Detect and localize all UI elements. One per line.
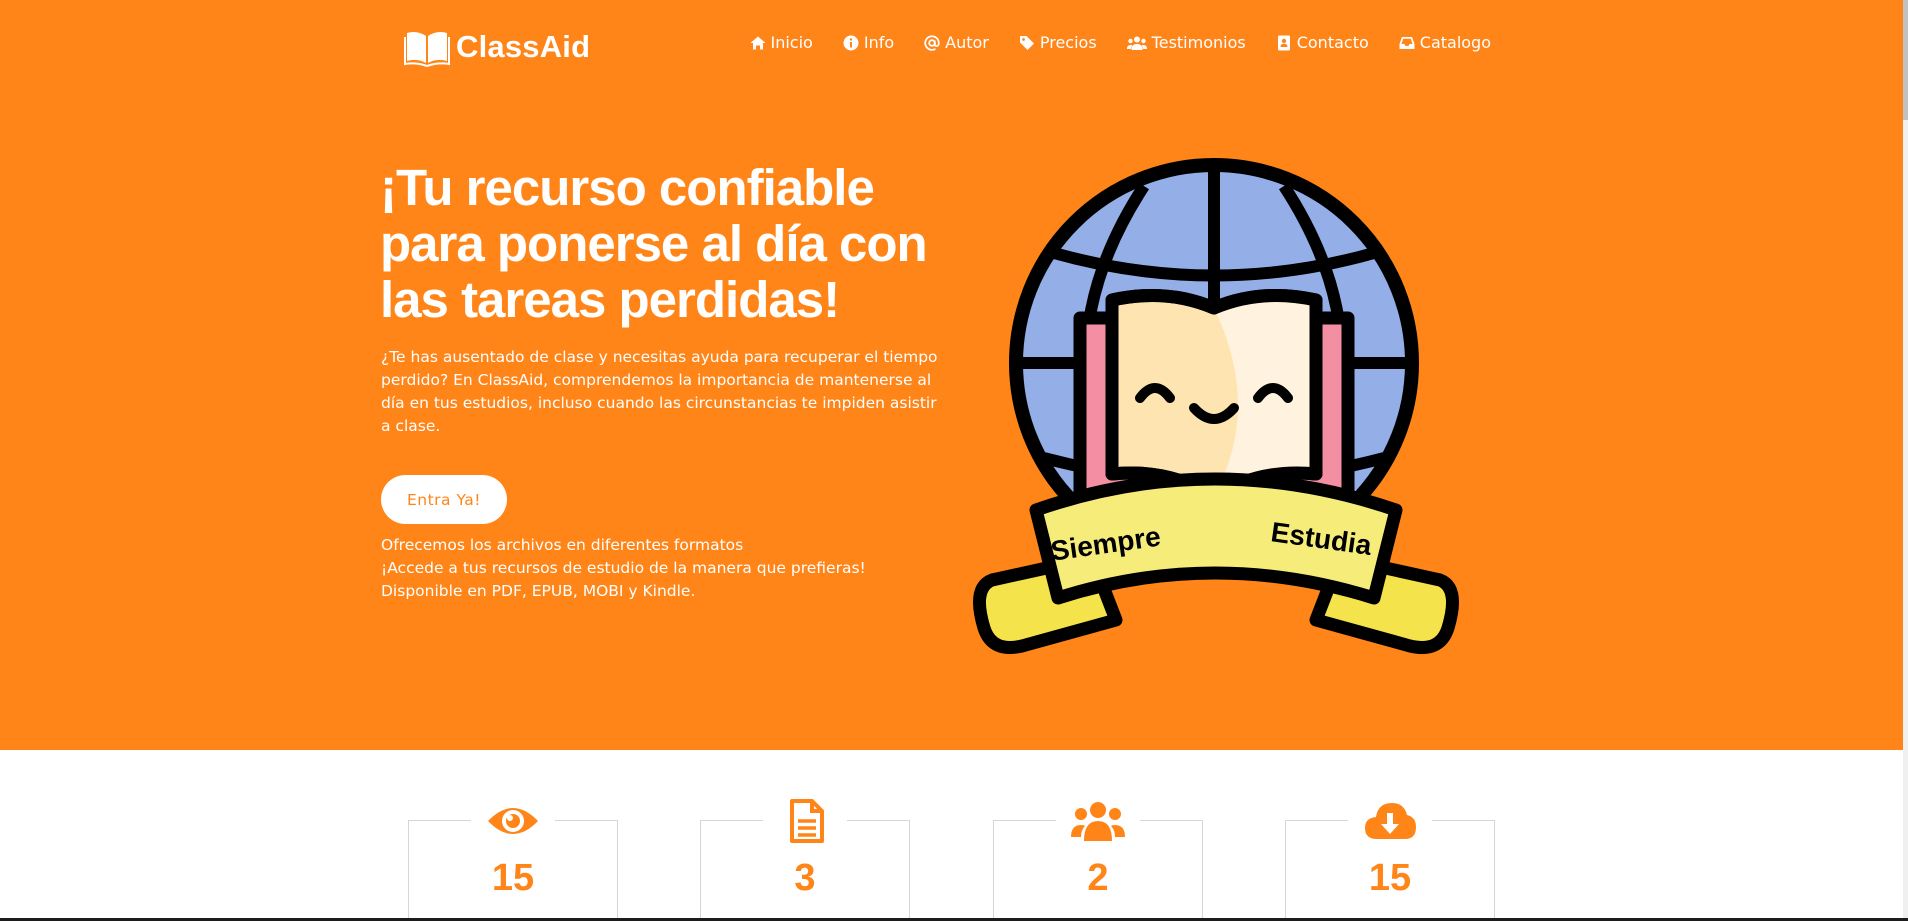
scrollbar-thumb[interactable]	[1903, 0, 1908, 120]
nav-label: Inicio	[770, 33, 813, 52]
contact-card-icon	[1277, 35, 1290, 50]
stat-value: 2	[1087, 857, 1109, 899]
users-icon	[1126, 36, 1147, 50]
globe-book-badge-icon: Siempre Estudia	[973, 158, 1459, 654]
page: ClassAid Inicio Info Autor Precios Testi…	[0, 0, 1908, 921]
eye-icon	[488, 808, 538, 834]
stat-card-views: 15	[408, 795, 618, 921]
nav-label: Autor	[945, 33, 989, 52]
nav-label: Contacto	[1296, 33, 1369, 52]
users-group-icon	[1071, 802, 1125, 841]
inbox-icon	[1399, 36, 1415, 49]
navbar: ClassAid Inicio Info Autor Precios Testi…	[0, 0, 1903, 92]
nav-label: Precios	[1039, 33, 1097, 52]
tag-icon	[1019, 35, 1034, 50]
nav-item-catalogo[interactable]: Catalogo	[1399, 33, 1491, 52]
brand-logo[interactable]: ClassAid	[404, 26, 590, 68]
open-book-icon	[404, 32, 450, 67]
nav-label: Info	[863, 33, 895, 52]
nav-item-autor[interactable]: Autor	[924, 33, 989, 52]
hero-section: ClassAid Inicio Info Autor Precios Testi…	[0, 0, 1903, 750]
vertical-scrollbar[interactable]	[1903, 0, 1908, 921]
at-sign-icon	[924, 34, 940, 51]
info-circle-icon	[843, 35, 859, 50]
stat-card-documents: 3	[700, 795, 910, 921]
nav-label: Testimonios	[1151, 33, 1246, 52]
hero-intro: ¿Te has ausentado de clase y necesitas a…	[381, 348, 938, 435]
stat-value: 15	[1368, 857, 1412, 899]
home-icon	[750, 36, 765, 49]
nav-item-testimonios[interactable]: Testimonios	[1126, 33, 1246, 52]
formats-line: ¡Accede a tus recursos de estudio de la …	[381, 559, 866, 577]
nav-item-contacto[interactable]: Contacto	[1276, 33, 1369, 52]
nav-item-inicio[interactable]: Inicio	[750, 33, 813, 52]
nav-item-info[interactable]: Info	[843, 33, 894, 52]
nav-label: Catalogo	[1419, 33, 1491, 52]
main-nav: Inicio Info Autor Precios Testimonios Co…	[720, 33, 1491, 52]
nav-item-precios[interactable]: Precios	[1019, 33, 1097, 52]
cloud-download-icon	[1365, 803, 1416, 839]
stat-card-downloads: 15	[1285, 795, 1495, 921]
brand-name: ClassAid	[456, 29, 591, 64]
formats-line: Ofrecemos los archivos en diferentes for…	[381, 536, 744, 554]
hero-title: ¡Tu recurso confiable para ponerse al dí…	[380, 159, 928, 328]
stat-card-users: 2	[993, 795, 1203, 921]
stats-section: 15 3 2 15	[0, 750, 1903, 921]
stat-value: 3	[794, 857, 816, 899]
cta-button[interactable]: Entra Ya!	[381, 475, 507, 524]
document-icon	[790, 799, 824, 843]
formats-info: Ofrecemos los archivos en diferentes for…	[381, 534, 866, 603]
stat-value: 15	[491, 857, 535, 899]
formats-line: Disponible en PDF, EPUB, MOBI y Kindle.	[381, 582, 696, 600]
